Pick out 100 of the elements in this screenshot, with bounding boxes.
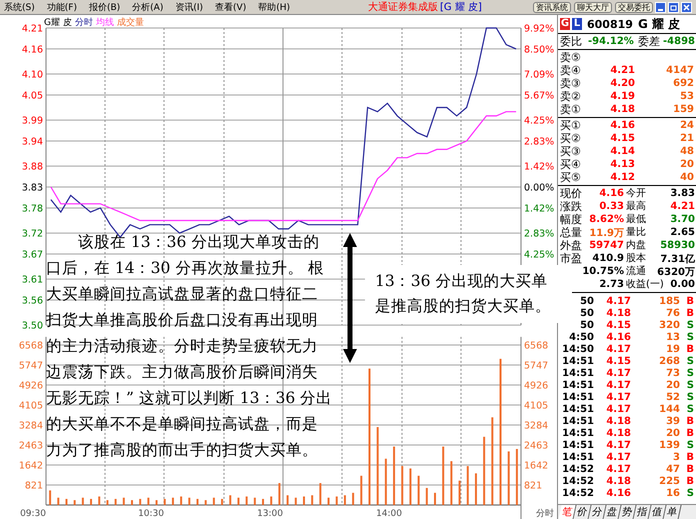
order-volume: 20 <box>679 159 694 170</box>
axis-label: 3.99 <box>22 116 43 127</box>
trade-price: 4.16 <box>605 332 632 342</box>
order-level: 买① <box>560 119 582 132</box>
trade-time: 14:51 <box>561 416 594 426</box>
trade-price: 4.17 <box>605 464 632 474</box>
quote-label: 收益(一) <box>626 278 664 291</box>
order-level: 买③ <box>560 145 582 158</box>
quote-value: 58930 <box>659 240 695 251</box>
trade-side: S <box>686 356 694 366</box>
trade-price: 4.18 <box>605 416 632 426</box>
order-volume: 4147 <box>665 65 694 76</box>
axis-label: 1.42% <box>524 203 554 214</box>
trade-price: 4.18 <box>605 428 632 438</box>
axis-label: 6568 <box>18 340 43 352</box>
order-level: 买⑤ <box>560 171 582 184</box>
quote-value: 6320万 <box>656 266 695 278</box>
trade-volume: 139 <box>658 440 680 450</box>
order-level: 卖④ <box>560 64 582 77</box>
axis-label: 7.09% <box>524 70 554 81</box>
axis-label: 4.05 <box>22 90 43 102</box>
trade-price: 4.17 <box>605 392 632 402</box>
order-level: 卖⑤ <box>560 51 582 64</box>
time-label: 14:00 <box>376 509 402 519</box>
trade-volume: 52 <box>665 392 680 402</box>
order-price: 4.19 <box>609 91 636 102</box>
axis-label: 3.78 <box>22 203 43 214</box>
legend-item: 成交量 <box>116 16 144 29</box>
axis-label: 4926 <box>524 380 548 392</box>
quote-value: 11.9万 <box>588 226 624 240</box>
trade-side: B <box>685 416 694 426</box>
axis-label: 1.42% <box>524 162 554 173</box>
trade-volume: 320 <box>658 320 680 330</box>
trade-price: 4.18 <box>605 476 632 486</box>
trade-price: 4.18 <box>605 308 632 318</box>
order-price: 4.14 <box>609 146 636 157</box>
trade-volume: 268 <box>658 356 680 366</box>
stock-name: G耀 皮 <box>44 16 72 29</box>
trade-time: 14:52 <box>561 464 594 474</box>
trade-volume: 76 <box>665 308 680 318</box>
quote-label: 市盈 <box>560 252 582 265</box>
axis-label: 3.94 <box>22 136 43 148</box>
axis-label: 3.50 <box>22 320 43 332</box>
trade-price: 4.17 <box>605 404 632 414</box>
order-price: 4.12 <box>609 172 636 183</box>
time-label: 10:30 <box>138 509 164 519</box>
quote-value: 0.00 <box>669 279 695 290</box>
trade-time: 14:51 <box>561 368 594 378</box>
trade-price: 4.17 <box>605 296 632 306</box>
quote-label: 内盘 <box>626 239 646 252</box>
axis-label: 5.67% <box>524 90 554 102</box>
quote-value: 410.9 <box>591 253 624 264</box>
trade-time: 14:51 <box>561 452 594 462</box>
time-label: 09:30 <box>20 509 46 519</box>
trade-time: 14:51 <box>561 440 594 450</box>
quote-value: 10.75% <box>581 266 624 277</box>
trade-time: 14:52 <box>561 488 594 498</box>
quote-value: 8.62% <box>588 214 624 225</box>
trade-price: 4.17 <box>605 440 632 450</box>
trade-time: 14:51 <box>561 428 594 438</box>
quote-label: 总量 <box>560 226 582 239</box>
axis-label: 5747 <box>18 360 43 372</box>
order-price: 4.15 <box>609 133 636 144</box>
quote-value: -4898 <box>662 36 695 47</box>
quote-label: 幅度 <box>560 213 582 226</box>
order-price: 4.13 <box>609 159 636 170</box>
trade-side: B <box>685 452 694 462</box>
trade-time: 50 <box>579 320 594 330</box>
axis-label: 4105 <box>524 400 548 412</box>
axis-label: 1642 <box>18 460 43 472</box>
order-level: 卖② <box>560 90 582 103</box>
trade-time: 14:50 <box>561 344 594 354</box>
badge: G <box>560 18 570 30</box>
order-level: 买② <box>560 132 582 145</box>
quote-value: -94.12% <box>588 36 634 47</box>
quote-value: 4.16 <box>598 188 624 199</box>
stock-title: [G 耀 皮] <box>440 0 482 14</box>
order-volume: 53 <box>679 91 694 102</box>
trade-time: 4:50 <box>568 332 594 342</box>
trade-volume: 13 <box>665 332 680 342</box>
trade-side: B <box>685 464 694 474</box>
trade-side: B <box>685 428 694 438</box>
annotation-text: 该股在 13：36 分出现大单攻击的 口后，在 14：30 分再次放量拉升。 根 大买单瞬间拉高试盘显著的盘口特征二 扫货大单推高股价后盘口没有再出现明 的主力活动痕迹。分时走势呈疲软无力 边震荡下跌。主力做高股价后瞬间消失 无影无踪！” 这就可以判断 13：36 分出 的大买单不不是单瞬间拉高试盘，而是 力为了推高股的而出手的扫货大买单。 <box>46 232 334 461</box>
trade-side: S <box>686 404 694 414</box>
trade-side: B <box>685 344 694 354</box>
trade-volume: 3 <box>672 452 680 462</box>
trade-price: 4.17 <box>605 344 632 354</box>
order-volume: 159 <box>672 104 694 115</box>
legend-item: 分时 <box>74 16 93 29</box>
axis-label: 2463 <box>524 440 548 452</box>
trade-side: S <box>686 392 694 402</box>
quote-label: 委差 <box>638 35 660 48</box>
trade-volume: 144 <box>658 404 680 414</box>
trade-time: 14:52 <box>561 476 594 486</box>
axis-label: 3.56 <box>22 296 43 307</box>
quote-value: 7.31亿 <box>659 252 695 266</box>
axis-unit: 分时 <box>536 509 554 519</box>
order-level: 卖① <box>560 103 582 116</box>
trade-volume: 16 <box>665 488 680 498</box>
quote-label: 量比 <box>626 226 646 239</box>
